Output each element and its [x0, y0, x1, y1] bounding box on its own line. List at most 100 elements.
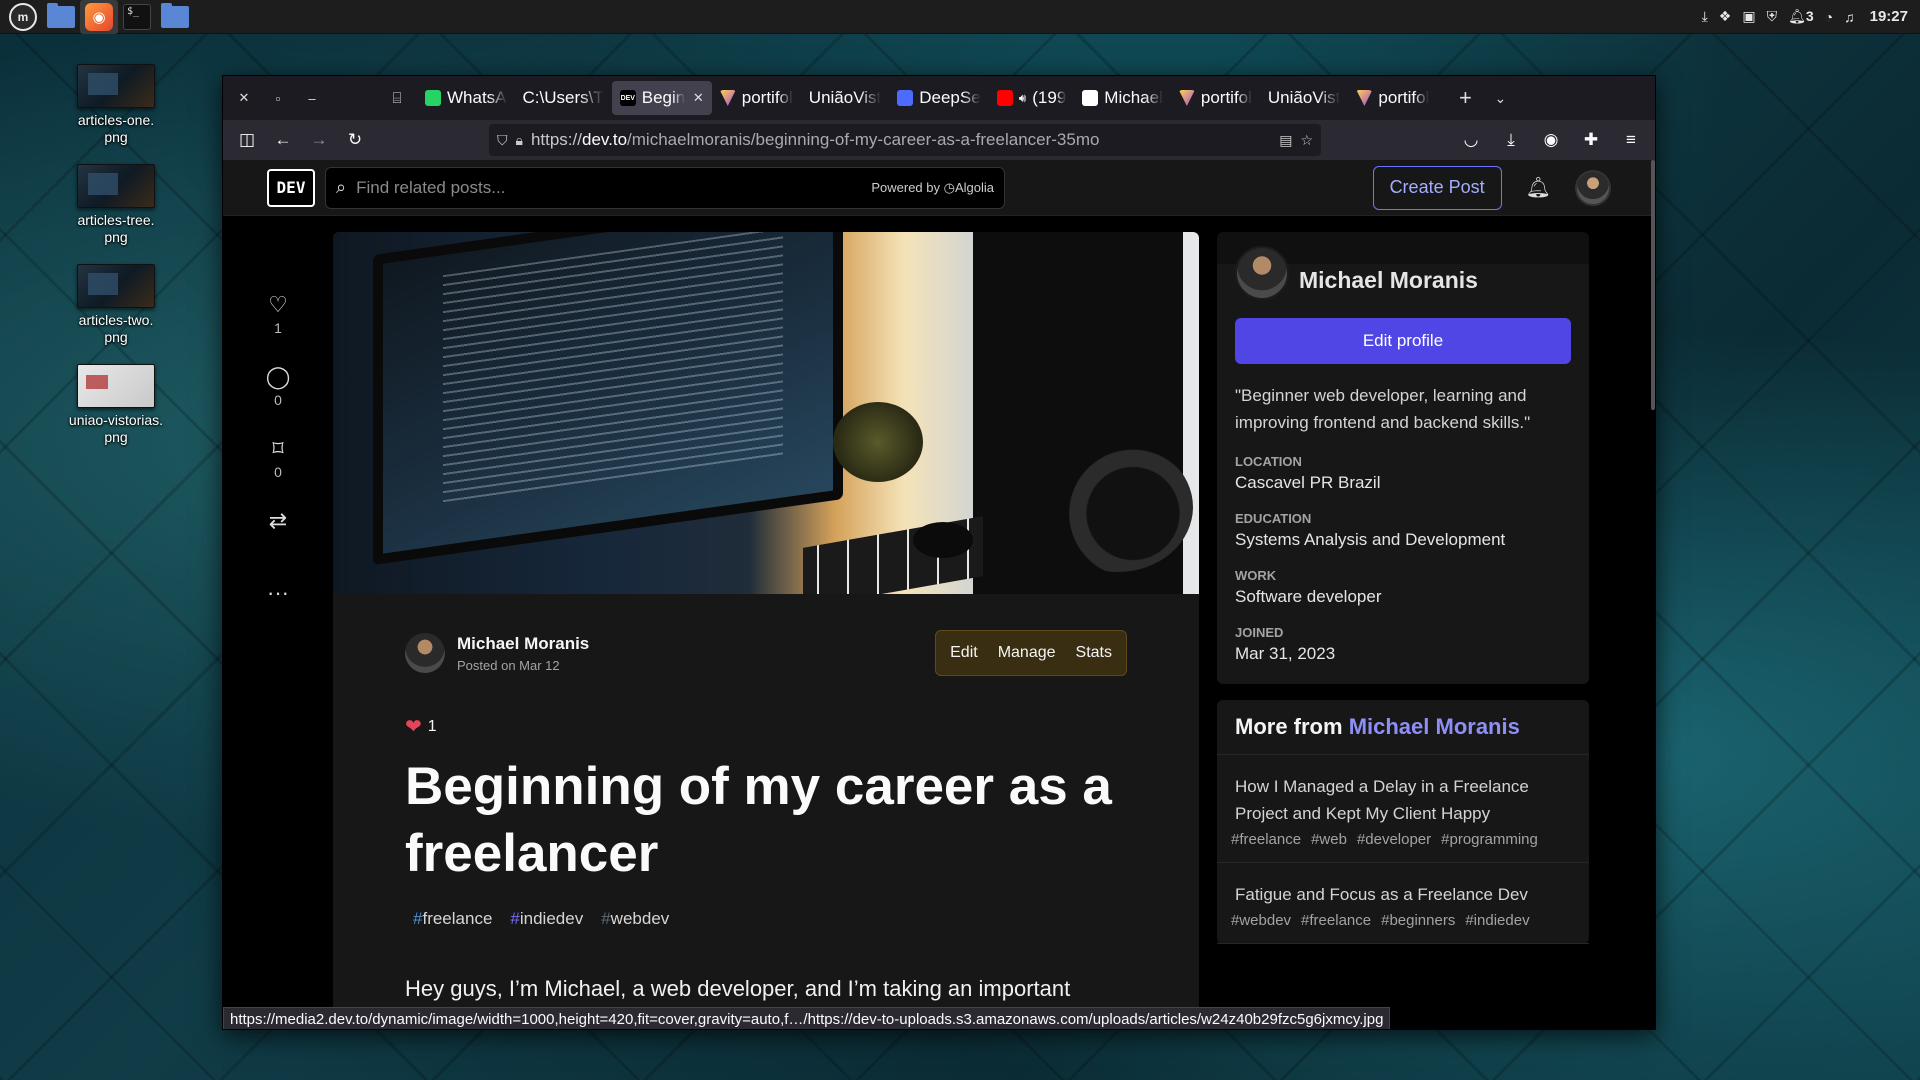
tag-indiedev[interactable]: #indiedev [510, 909, 583, 929]
shield-icon[interactable]: ⛨ [1767, 8, 1778, 25]
wifi-icon[interactable]: ◔ [1825, 9, 1833, 25]
user-avatar[interactable] [1575, 169, 1611, 206]
powered-by-label[interactable]: Powered by ◷Algolia [871, 180, 994, 196]
more-from-item-title[interactable]: Fatigue and Focus as a Freelance Dev [1235, 881, 1571, 908]
author-avatar[interactable] [405, 633, 445, 673]
like-button[interactable]: ♡ 1 [268, 292, 288, 337]
tab-whatsapp[interactable]: WhatsA [417, 81, 515, 115]
list-all-tabs-chevron-icon[interactable]: ⌄ [1485, 90, 1515, 107]
ellipsis-icon: ··· [267, 580, 289, 605]
heart-plus-icon: ♡ [268, 292, 288, 317]
profile-avatar[interactable] [1235, 246, 1289, 300]
notifications-icon[interactable]: 🔔︎3 [1788, 8, 1814, 25]
speaker-icon[interactable]: 🔊︎ [1019, 91, 1027, 106]
tab-youtube[interactable]: 🔊︎ (199 [989, 81, 1075, 115]
bookmark-star-icon[interactable]: ☆ [1300, 132, 1313, 149]
terminal-launcher[interactable]: $_ [118, 0, 156, 34]
item-tag[interactable]: #beginners [1381, 912, 1455, 929]
more-from-item-title[interactable]: How I Managed a Delay in a Freelance Pro… [1235, 773, 1571, 827]
dev-header: DEV ⌕ Find related posts... Powered by ◷… [223, 160, 1655, 216]
item-tag[interactable]: #programming [1441, 831, 1538, 848]
app-menu-icon[interactable]: ≡ [1615, 124, 1647, 156]
downloads-icon[interactable]: ⤓ [1495, 124, 1527, 156]
tab-dev-article[interactable]: DEV Begin ✕ [611, 81, 712, 115]
extensions-icon[interactable]: ✚ [1575, 124, 1607, 156]
dev-logo[interactable]: DEV [267, 168, 315, 207]
more-from-item[interactable]: Fatigue and Focus as a Freelance Dev #we… [1217, 863, 1589, 944]
item-tag[interactable]: #freelance [1231, 831, 1301, 848]
new-tab-button[interactable]: + [1445, 85, 1485, 111]
back-button[interactable]: ← [267, 124, 299, 156]
desktop-file-uniao-vistorias[interactable]: uniao-vistorias. png [61, 364, 171, 446]
reactions-summary[interactable]: ❤ 1 [405, 714, 1127, 739]
cover-image[interactable] [333, 232, 1199, 594]
tab-portfolio-2[interactable]: portifol [1171, 81, 1260, 115]
more-from-author-link[interactable]: Michael Moranis [1349, 714, 1520, 739]
pocket-icon[interactable]: ◡ [1455, 124, 1487, 156]
tag-webdev[interactable]: #webdev [601, 909, 669, 929]
tag-freelance[interactable]: #freelance [413, 909, 492, 929]
bookmark-button[interactable]: ⌑ 0 [272, 438, 283, 481]
music-icon[interactable]: ♫ [1844, 9, 1855, 25]
files-launcher-2[interactable] [156, 0, 194, 34]
clock[interactable]: 19:27 [1870, 8, 1908, 25]
reader-view-icon[interactable]: ▤ [1279, 132, 1292, 149]
tab-local-file[interactable]: C:\Users\T [515, 81, 612, 115]
tab-github[interactable]: Michael [1074, 81, 1171, 115]
menu-button[interactable]: m [4, 0, 42, 34]
like-count: 1 [274, 320, 282, 336]
desktop-file-articles-tree[interactable]: articles-tree. png [61, 164, 171, 246]
account-icon[interactable]: ◉ [1535, 124, 1567, 156]
search-input[interactable]: ⌕ Find related posts... Powered by ◷Algo… [325, 166, 1005, 209]
manage-button[interactable]: Manage [990, 636, 1064, 670]
edit-button[interactable]: Edit [942, 636, 986, 670]
tab-portfolio-1[interactable]: portifol [712, 81, 801, 115]
edit-profile-button[interactable]: Edit profile [1235, 318, 1571, 364]
item-tag[interactable]: #freelance [1301, 912, 1371, 929]
author-name[interactable]: Michael Moranis [457, 634, 589, 654]
minimize-window-button[interactable]: – [295, 83, 329, 113]
create-post-button[interactable]: Create Post [1372, 165, 1502, 210]
cover-mouse [913, 522, 973, 558]
tab-uniao-2[interactable]: UniãoVist [1260, 81, 1348, 115]
url-prefix: https:// [530, 130, 582, 149]
desktop-file-label: articles-one. [77, 112, 155, 128]
comment-button[interactable]: ◯ 0 [266, 366, 291, 409]
boost-button[interactable]: ⇄ [269, 510, 287, 532]
lock-icon[interactable]: 🔒︎ [516, 132, 523, 149]
tab-deepseek[interactable]: DeepSe [889, 81, 988, 115]
algolia-icon: ◷ [943, 179, 955, 195]
tab-portfolio-3[interactable]: portifol [1348, 81, 1437, 115]
desktop-file-ext: png [104, 429, 128, 445]
sidebar-toggle-icon[interactable]: ◫ [231, 124, 263, 156]
more-options-button[interactable]: ··· [267, 582, 289, 604]
stats-button[interactable]: Stats [1068, 636, 1120, 670]
tab-bar: ✕ ▫ – ⌸ WhatsA C:\Users\T DEV Begin ✕ port… [223, 76, 1655, 120]
address-bar[interactable]: ⛉ 🔒︎ https://dev.to/michaelmoranis/begin… [489, 124, 1321, 156]
clipboard-icon[interactable]: ▣ [1742, 8, 1755, 25]
close-tab-icon[interactable]: ✕ [693, 90, 704, 106]
url-text[interactable]: https://dev.to/michaelmoranis/beginning-… [531, 130, 1271, 150]
maximize-window-button[interactable]: ▫ [261, 83, 295, 113]
item-tag[interactable]: #developer [1357, 831, 1431, 848]
tab-uniao-1[interactable]: UniãoVist [801, 81, 889, 115]
firefox-launcher[interactable]: ◉ [80, 0, 118, 34]
item-tag[interactable]: #web [1311, 831, 1347, 848]
reload-button[interactable]: ↻ [339, 124, 371, 156]
desktop-file-articles-one[interactable]: articles-one. png [61, 64, 171, 146]
profile-name[interactable]: Michael Moranis [1299, 267, 1478, 300]
download-icon[interactable]: ⤓ [1702, 8, 1708, 25]
page-scrollbar[interactable] [1651, 160, 1655, 410]
item-tag[interactable]: #indiedev [1465, 912, 1529, 929]
files-launcher[interactable] [42, 0, 80, 34]
firefox-view-button[interactable]: ⌸ [377, 90, 417, 107]
notifications-bell-icon[interactable]: 🔔︎ [1526, 175, 1551, 200]
tracking-protection-shield-icon[interactable]: ⛉ [497, 132, 508, 149]
item-tag[interactable]: #webdev [1231, 912, 1291, 929]
link-status-bar: https://media2.dev.to/dynamic/image/widt… [223, 1007, 1391, 1029]
desktop-file-articles-two[interactable]: articles-two. png [61, 264, 171, 346]
close-window-button[interactable]: ✕ [227, 83, 261, 113]
dropbox-icon[interactable]: ❖ [1719, 8, 1732, 25]
more-from-item[interactable]: How I Managed a Delay in a Freelance Pro… [1217, 755, 1589, 863]
forward-button[interactable]: → [303, 124, 335, 156]
